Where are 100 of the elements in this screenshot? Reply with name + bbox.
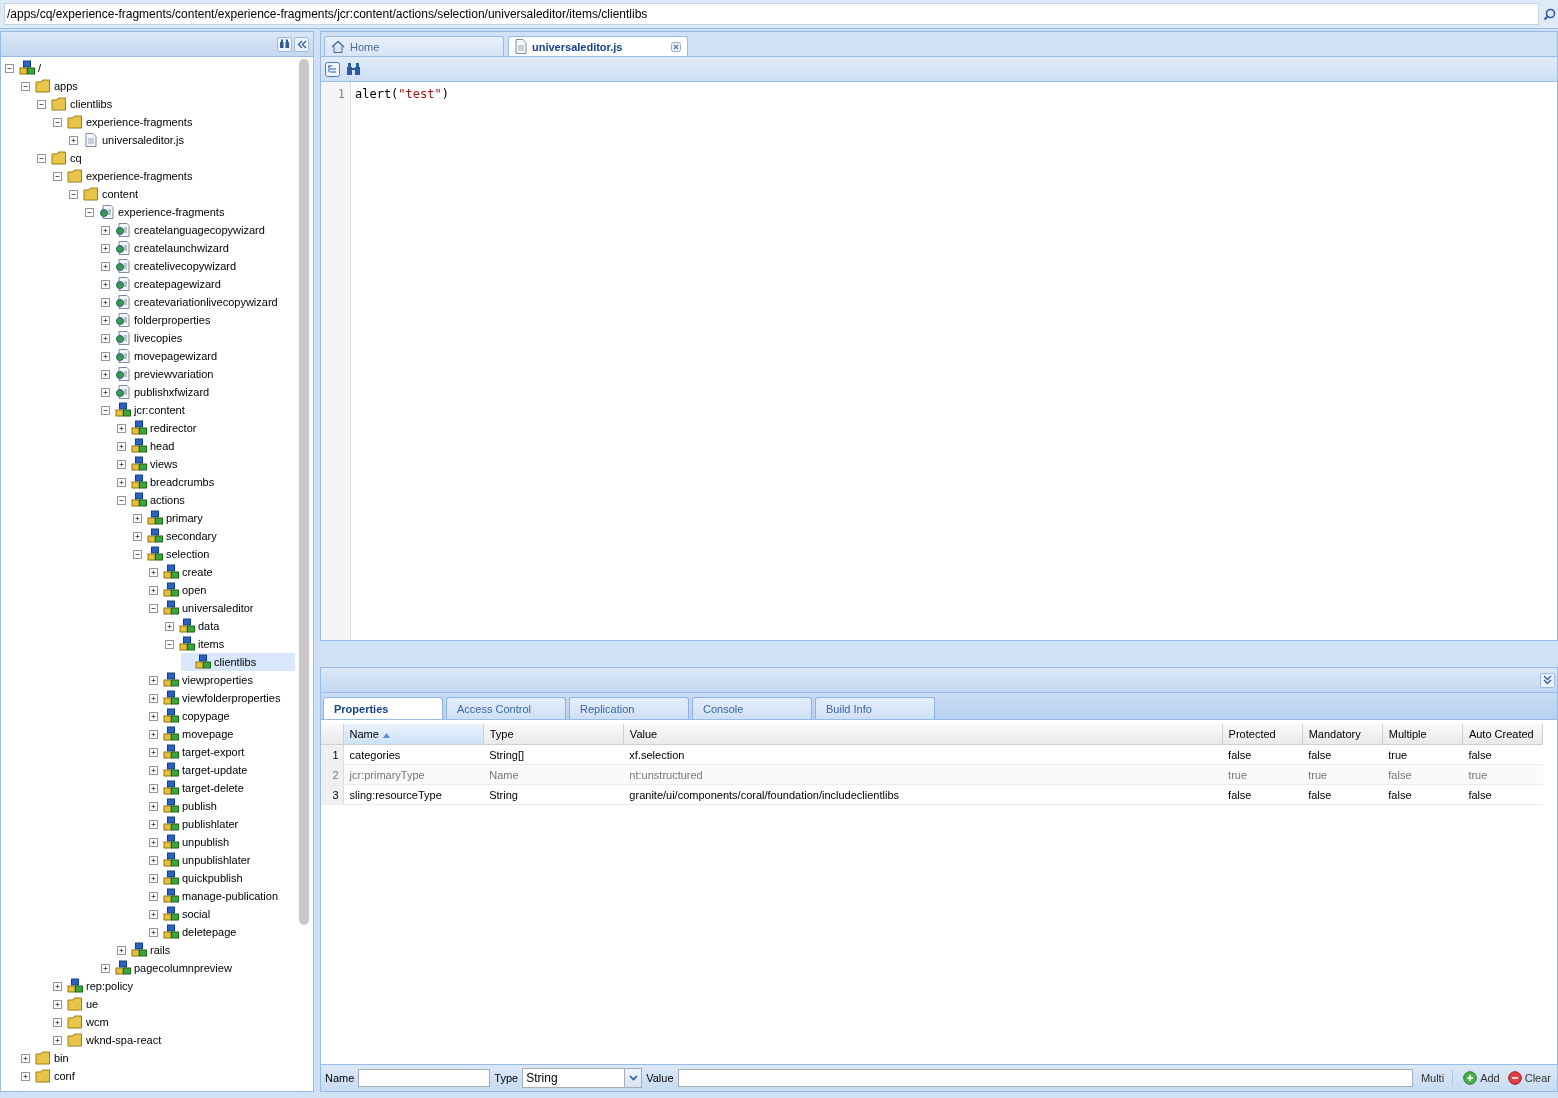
- expand-icon[interactable]: [149, 729, 158, 739]
- expand-icon[interactable]: [21, 1071, 30, 1081]
- tree-item[interactable]: movepagewizard: [101, 347, 295, 365]
- expand-icon[interactable]: [117, 423, 126, 433]
- column-header[interactable]: Name: [343, 724, 484, 745]
- expand-icon[interactable]: [149, 837, 158, 847]
- expand-icon[interactable]: [149, 567, 158, 577]
- expand-icon[interactable]: [149, 909, 158, 919]
- tree-item[interactable]: breadcrumbs: [117, 473, 295, 491]
- tree-item[interactable]: secondary: [133, 527, 295, 545]
- tree-item[interactable]: experience-fragments: [53, 113, 295, 131]
- tree-item[interactable]: rails: [117, 941, 295, 959]
- tree-item[interactable]: previewvariation: [101, 365, 295, 383]
- tree-item[interactable]: apps: [21, 77, 295, 95]
- tree-item[interactable]: manage-publication: [149, 887, 295, 905]
- expand-icon[interactable]: [21, 1053, 30, 1063]
- expand-icon[interactable]: [149, 891, 158, 901]
- binoculars-button[interactable]: [277, 36, 292, 52]
- tree-item[interactable]: bin: [21, 1049, 295, 1067]
- expand-icon[interactable]: [101, 243, 110, 253]
- expand-icon[interactable]: [117, 945, 126, 955]
- tree-item[interactable]: unpublishlater: [149, 851, 295, 869]
- scrollbar[interactable]: [299, 59, 309, 925]
- expand-icon[interactable]: [117, 477, 126, 487]
- tree-item[interactable]: clientlibs: [37, 95, 295, 113]
- tree-item[interactable]: actions: [117, 491, 295, 509]
- tree-item[interactable]: clientlibs: [181, 653, 295, 671]
- close-icon[interactable]: [671, 41, 681, 52]
- add-button[interactable]: Add: [1461, 1071, 1502, 1085]
- expand-icon[interactable]: [149, 855, 158, 865]
- tree-item[interactable]: items: [165, 635, 295, 653]
- tree-item[interactable]: experience-fragments: [85, 203, 295, 221]
- tree-item[interactable]: social: [149, 905, 295, 923]
- collapse-icon[interactable]: [165, 639, 174, 649]
- clear-button[interactable]: Clear: [1505, 1071, 1553, 1085]
- tree-item[interactable]: publish: [149, 797, 295, 815]
- editor-tab[interactable]: Home: [324, 36, 504, 56]
- collapse-icon[interactable]: [21, 81, 30, 91]
- tree-item[interactable]: createpagewizard: [101, 275, 295, 293]
- panel-tab[interactable]: Console: [692, 697, 812, 719]
- collapse-icon[interactable]: [69, 189, 78, 199]
- tree-item[interactable]: universaleditor.js: [69, 131, 295, 149]
- expand-icon[interactable]: [149, 765, 158, 775]
- expand-icon[interactable]: [101, 387, 110, 397]
- expand-icon[interactable]: [69, 135, 78, 145]
- expand-icon[interactable]: [149, 675, 158, 685]
- expand-icon[interactable]: [101, 369, 110, 379]
- collapse-icon[interactable]: [53, 171, 62, 181]
- tree-item[interactable]: movepage: [149, 725, 295, 743]
- tree-item[interactable]: views: [117, 455, 295, 473]
- expand-icon[interactable]: [101, 261, 110, 271]
- binoculars-icon[interactable]: [346, 62, 361, 76]
- collapse-icon[interactable]: [37, 99, 46, 109]
- tree-item[interactable]: create: [149, 563, 295, 581]
- collapse-icon[interactable]: [53, 117, 62, 127]
- tree-item[interactable]: livecopies: [101, 329, 295, 347]
- tree-item[interactable]: publishxfwizard: [101, 383, 295, 401]
- expand-icon[interactable]: [165, 621, 174, 631]
- expand-icon[interactable]: [149, 801, 158, 811]
- tree-item[interactable]: createlanguagecopywizard: [101, 221, 295, 239]
- tree-item[interactable]: deletepage: [149, 923, 295, 941]
- tree-item[interactable]: viewproperties: [149, 671, 295, 689]
- tree-item[interactable]: wknd-spa-react: [53, 1031, 295, 1049]
- search-icon[interactable]: [1543, 7, 1556, 21]
- tree-item[interactable]: /: [5, 59, 295, 77]
- expand-icon[interactable]: [53, 1017, 62, 1027]
- expand-icon[interactable]: [149, 747, 158, 757]
- tree-item[interactable]: rep:policy: [53, 977, 295, 995]
- expand-icon[interactable]: [117, 441, 126, 451]
- collapse-icon[interactable]: [117, 495, 126, 505]
- column-header[interactable]: Protected: [1222, 724, 1303, 745]
- expand-icon[interactable]: [117, 459, 126, 469]
- tree-item[interactable]: createvariationlivecopywizard: [101, 293, 295, 311]
- tree-item[interactable]: open: [149, 581, 295, 599]
- expand-icon[interactable]: [149, 585, 158, 595]
- tree-item[interactable]: unpublish: [149, 833, 295, 851]
- expand-icon[interactable]: [101, 297, 110, 307]
- tree-item[interactable]: ue: [53, 995, 295, 1013]
- expand-icon[interactable]: [149, 783, 158, 793]
- tree-item[interactable]: createlaunchwizard: [101, 239, 295, 257]
- column-header[interactable]: Mandatory: [1302, 724, 1383, 745]
- column-header[interactable]: Auto Created: [1462, 724, 1543, 745]
- tree-item[interactable]: cq: [37, 149, 295, 167]
- editor-tab[interactable]: universaleditor.js: [508, 36, 688, 56]
- expand-icon[interactable]: [149, 819, 158, 829]
- tree-item[interactable]: folderproperties: [101, 311, 295, 329]
- expand-icon[interactable]: [101, 315, 110, 325]
- collapse-icon[interactable]: [85, 207, 94, 217]
- expand-icon[interactable]: [53, 999, 62, 1009]
- panel-tab[interactable]: Properties: [323, 697, 443, 719]
- tree-item[interactable]: data: [165, 617, 295, 635]
- expand-panel-button[interactable]: [1540, 672, 1555, 688]
- column-header[interactable]: Multiple: [1382, 724, 1463, 745]
- collapse-panel-button[interactable]: [294, 36, 309, 52]
- tree-item[interactable]: target-export: [149, 743, 295, 761]
- panel-tab[interactable]: Access Control: [446, 697, 566, 719]
- collapse-icon[interactable]: [149, 603, 158, 613]
- tree-item[interactable]: primary: [133, 509, 295, 527]
- collapse-icon[interactable]: [5, 63, 14, 73]
- collapse-icon[interactable]: [133, 549, 142, 559]
